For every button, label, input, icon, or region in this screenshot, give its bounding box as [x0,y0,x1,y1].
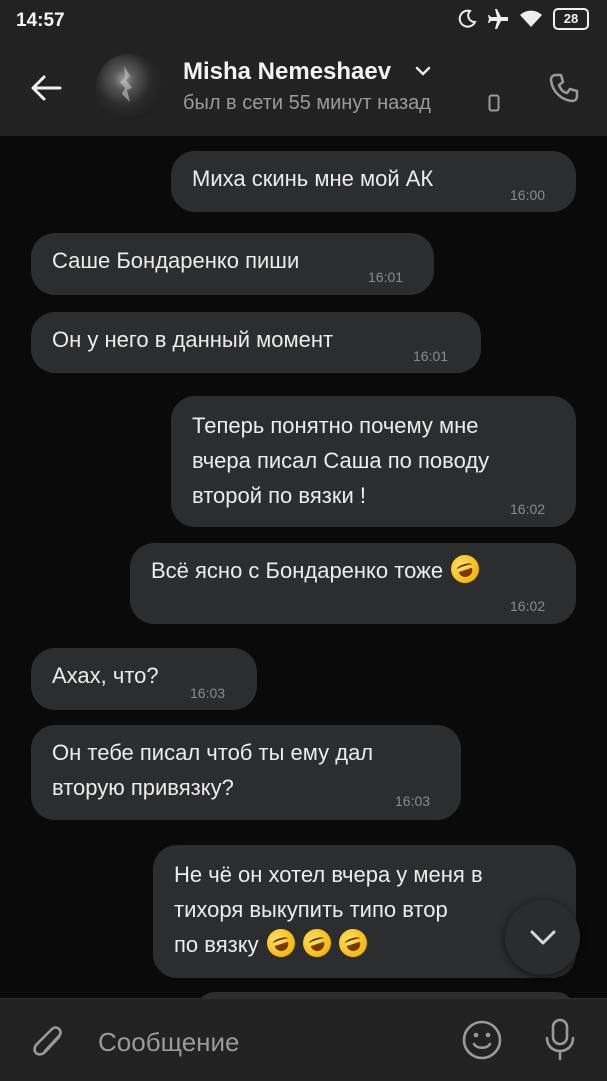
back-arrow-icon[interactable] [26,68,66,108]
message-text: Всё ясно с Бондаренко тоже [151,558,444,583]
message-time: 16:01 [413,348,449,364]
status-time: 14:57 [16,10,65,31]
message-text-block: Теперь понятно почему мне вчера писал Са… [192,408,489,513]
message-outgoing[interactable]: Миха скинь мне мой АК 16:00 [171,151,576,212]
message-time: 16:00 [510,187,546,203]
chevron-down-icon [530,930,556,945]
message-incoming[interactable]: Ахах, что? 16:03 [31,648,257,710]
mobile-device-icon [488,94,500,112]
message-time: 16:02 [510,501,546,517]
message-incoming[interactable]: Саше Бондаренко пиши 16:01 [31,233,434,295]
message-line: по вязку [174,932,259,957]
message-input-bar [0,998,607,1081]
rofl-emoji-icon [299,925,335,961]
message-line-row: по вязку [174,925,483,962]
paperclip-icon[interactable] [28,1021,66,1061]
wifi-icon [520,10,542,27]
rofl-emoji-icon [447,551,483,587]
airplane-icon [488,9,508,29]
message-text: Ахах, что? [52,663,159,688]
message-time: 16:01 [368,269,404,285]
chat-messages[interactable]: Миха скинь мне мой АК 16:00 Саше Бондаре… [0,136,607,998]
rofl-emoji-icon [263,925,299,961]
message-line: второй по вязки ! [192,483,366,508]
message-text: Миха скинь мне мой АК [192,166,434,191]
message-time: 16:03 [190,685,226,701]
message-outgoing[interactable]: Всё ясно с Бондаренко тоже 16:02 [130,543,576,624]
message-line: Он тебе писал чтоб ты ему дал [52,740,374,765]
message-input[interactable] [96,1023,430,1061]
message-text-row: Всё ясно с Бондаренко тоже [151,551,483,588]
message-outgoing[interactable]: Теперь понятно почему мне вчера писал Са… [171,396,576,527]
battery-icon: 28 [553,8,589,30]
scroll-down-button[interactable] [505,900,580,975]
phone-call-icon[interactable] [548,72,580,104]
message-line: Не чё он хотел вчера у меня в [174,862,483,887]
emoji-smile-icon[interactable] [461,1019,503,1061]
message-text: Он у него в данный момент [52,327,334,352]
message-time: 16:03 [395,793,431,809]
chat-header: Misha Nemeshaev был в сети 55 минут наза… [0,42,607,136]
chevron-down-icon[interactable] [414,64,432,78]
message-text-block: Он тебе писал чтоб ты ему дал вторую при… [52,735,373,805]
message-text: Саше Бондаренко пиши [52,248,300,273]
microphone-icon[interactable] [540,1017,580,1063]
message-text-block: Не чё он хотел вчера у меня в тихоря вык… [174,857,483,962]
rofl-emoji-icon [335,925,371,961]
message-line: вчера писал Саша по поводу [192,448,490,473]
message-line: Теперь понятно почему мне [192,413,479,438]
message-incoming[interactable]: Он у него в данный момент 16:01 [31,312,481,373]
last-seen-status: был в сети 55 минут назад [183,92,431,114]
message-time: 16:02 [510,598,546,614]
message-line: вторую привязку? [52,775,234,800]
avatar[interactable] [96,54,162,120]
contact-name[interactable]: Misha Nemeshaev [183,58,391,86]
status-icons: 28 [457,8,589,30]
moon-icon [458,9,477,28]
message-line: тихоря выкупить типо втор [174,897,448,922]
message-incoming[interactable]: Он тебе писал чтоб ты ему дал вторую при… [31,725,461,820]
status-bar: 14:57 28 [0,0,607,42]
avatar-photo [120,66,132,102]
